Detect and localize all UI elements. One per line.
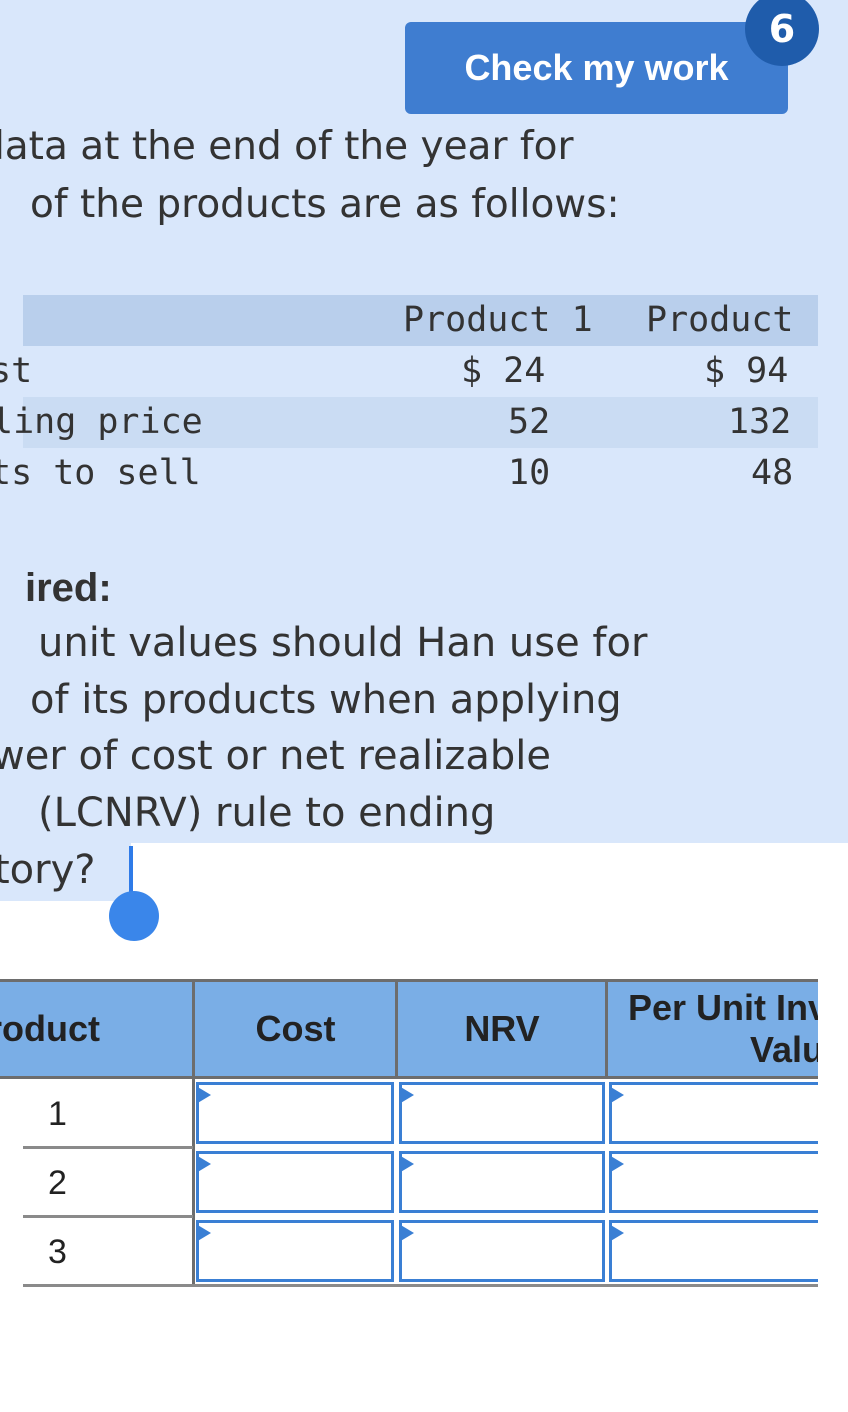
question-line-3: wer of cost or net realizable xyxy=(0,733,551,779)
header-nrv-label: NRV xyxy=(464,1008,540,1049)
selection-drag-handle[interactable] xyxy=(109,891,159,941)
row-separator xyxy=(23,1215,193,1218)
cost-input-product-1[interactable] xyxy=(196,1082,394,1144)
question-line-5: tory? xyxy=(0,847,96,893)
cell-marker-icon xyxy=(196,1155,211,1173)
cell-marker-icon xyxy=(196,1086,211,1104)
per-unit-value-input-product-3[interactable] xyxy=(609,1220,818,1282)
badge-count: 6 xyxy=(768,7,796,51)
required-heading: ired: xyxy=(25,566,112,610)
row-1-value-1: $ 24 xyxy=(461,351,546,391)
row-separator xyxy=(23,1146,193,1149)
intro-line-2: of the products are as follows: xyxy=(30,182,620,227)
header-product-label: roduct xyxy=(0,1008,100,1049)
header-divider xyxy=(395,979,398,1079)
cost-input-product-3[interactable] xyxy=(196,1220,394,1282)
header-divider xyxy=(605,979,608,1079)
nrv-input-product-1[interactable] xyxy=(399,1082,605,1144)
col-header-product-2: Product xyxy=(646,300,794,340)
row-label-cost: st xyxy=(0,351,33,391)
col-header-product-1: Product 1 xyxy=(403,300,593,340)
row-label-costs-to-sell: ts to sell xyxy=(0,453,201,493)
row-label-selling-price: ling price xyxy=(0,402,203,442)
cell-marker-icon xyxy=(609,1224,624,1242)
check-my-work-button[interactable]: Check my work xyxy=(405,22,788,114)
question-line-4: (LCNRV) rule to ending xyxy=(38,790,496,836)
cell-marker-icon xyxy=(399,1155,414,1173)
header-per-unit-line-2: Valu xyxy=(749,1029,818,1070)
header-divider xyxy=(192,979,195,1286)
question-line-2: of its products when applying xyxy=(30,677,622,723)
cell-marker-icon xyxy=(609,1086,624,1104)
nrv-input-product-2[interactable] xyxy=(399,1151,605,1213)
nrv-input-product-3[interactable] xyxy=(399,1220,605,1282)
intro-line-1: data at the end of the year for xyxy=(0,124,574,169)
cost-input-product-2[interactable] xyxy=(196,1151,394,1213)
row-label-product-1: 1 xyxy=(48,1095,67,1133)
header-product: roduct xyxy=(0,979,194,1079)
check-my-work-label: Check my work xyxy=(464,47,729,88)
header-nrv: NRV xyxy=(397,979,607,1079)
header-per-unit: Per Unit Inv Valu xyxy=(607,979,818,1079)
header-per-unit-line-1: Per Unit Inv xyxy=(627,987,818,1028)
header-cost: Cost xyxy=(194,979,397,1079)
cell-marker-icon xyxy=(609,1155,624,1173)
cell-marker-icon xyxy=(196,1224,211,1242)
row-3-value-2: 48 xyxy=(751,453,794,493)
cell-marker-icon xyxy=(399,1086,414,1104)
row-label-product-3: 3 xyxy=(48,1233,67,1271)
header-cost-label: Cost xyxy=(255,1008,336,1049)
row-2-value-1: 52 xyxy=(508,402,551,442)
cell-marker-icon xyxy=(399,1224,414,1242)
row-separator xyxy=(23,1284,818,1287)
row-2-value-2: 132 xyxy=(728,402,792,442)
row-label-product-2: 2 xyxy=(48,1164,67,1202)
per-unit-value-input-product-2[interactable] xyxy=(609,1151,818,1213)
per-unit-value-input-product-1[interactable] xyxy=(609,1082,818,1144)
row-1-value-2: $ 94 xyxy=(704,351,789,391)
row-3-value-1: 10 xyxy=(508,453,551,493)
question-line-1: unit values should Han use for xyxy=(38,620,648,666)
